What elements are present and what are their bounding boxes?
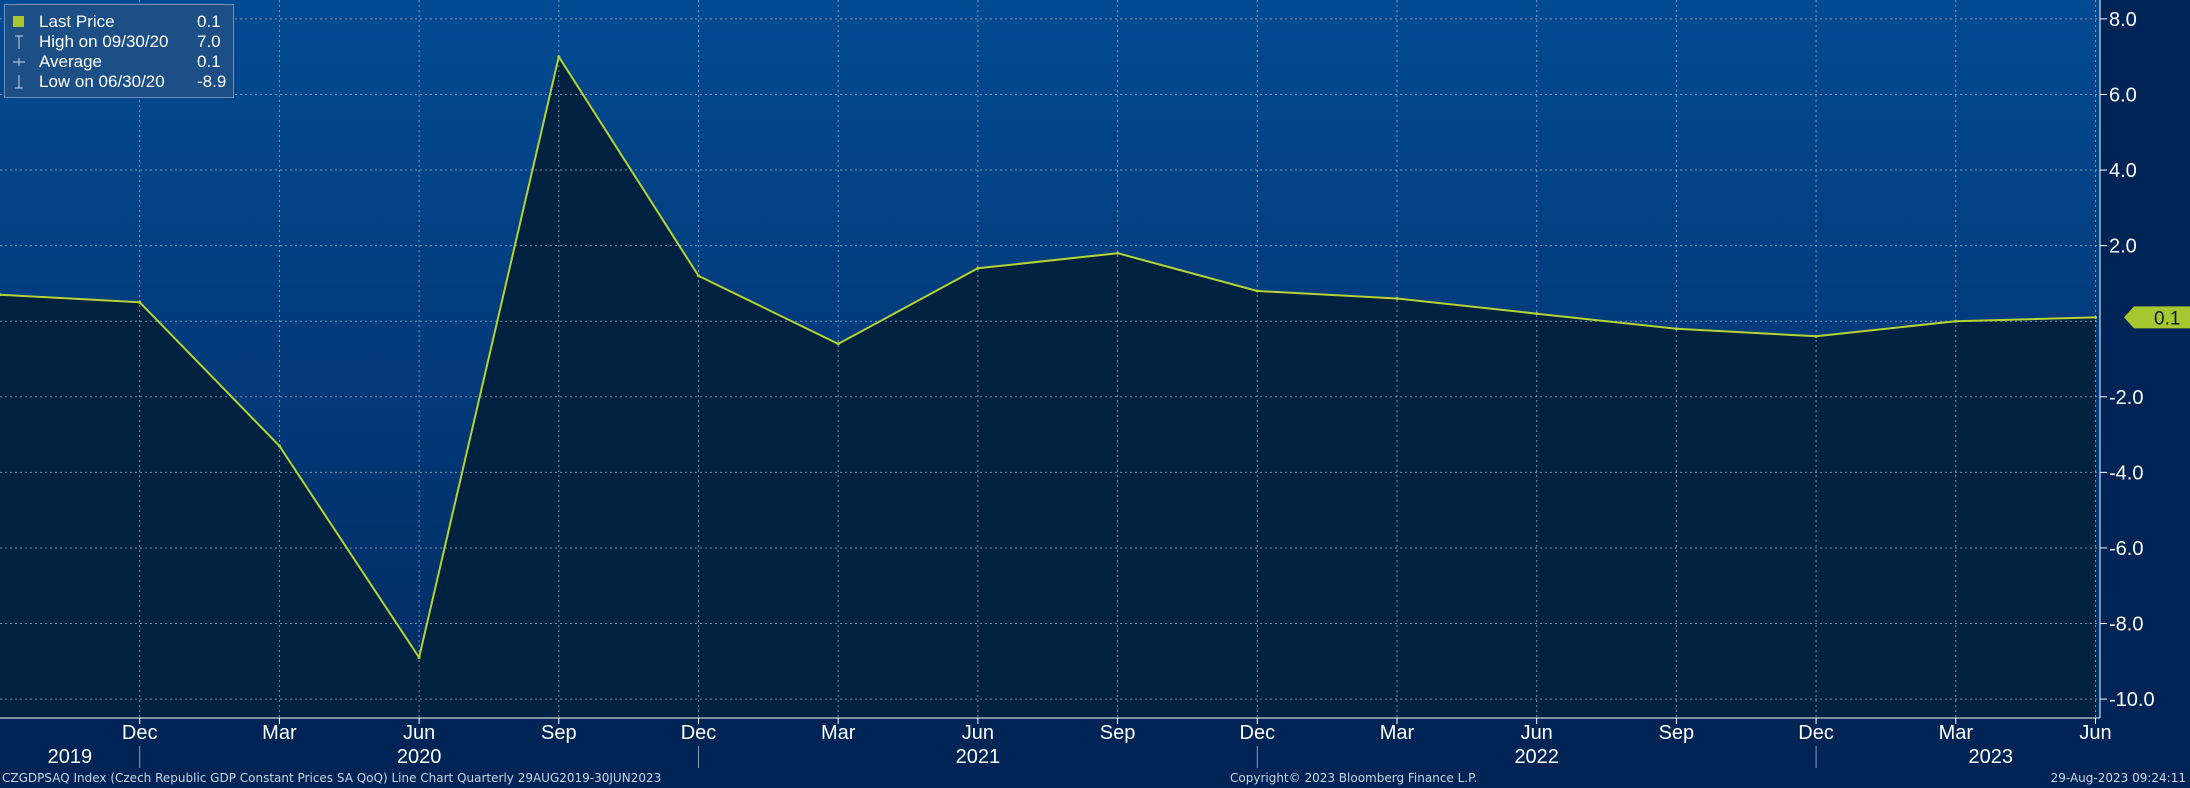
x-year-label: 2023 [1968,746,2013,768]
data-point [1535,312,1539,316]
high-marker-icon [15,35,23,49]
legend-label: Last Price [39,12,115,31]
data-point [1395,297,1399,301]
x-tick-label: Mar [1380,722,1415,744]
x-tick-label: Mar [262,722,297,744]
y-tick-label: -6.0 [2109,538,2143,560]
data-point [1674,327,1678,331]
x-tick-label: Dec [1798,722,1834,744]
x-tick-label: Sep [541,722,577,744]
x-tick-label: Jun [1521,722,1553,744]
legend-item-low: Low on 06/30/20 -8.9 [11,72,227,92]
legend-label: High on 09/30/20 [39,32,169,51]
y-tick-label: 8.0 [2109,9,2137,31]
legend-value: -8.9 [197,72,227,91]
legend-box: Last Price 0.1 High on 09/30/20 7.0 Aver… [4,4,234,98]
legend-value: 0.1 [197,52,221,71]
x-tick-label: Jun [2079,722,2111,744]
y-tick-label: 4.0 [2109,160,2137,182]
line-chart: 8.0 6.0 4.0 2.0 -2.0 -4.0 -6.0 -8.0 -10.0 0.1 Dec… [0,0,2190,768]
data-point [1255,289,1259,293]
data-point [138,300,142,304]
footer-source: CZGDPSAQ Index (Czech Republic GDP Const… [2,771,662,785]
legend-label: Low on 06/30/20 [39,72,165,91]
x-tick-label: Dec [681,722,717,744]
data-point [697,274,700,278]
footer-timestamp: 29-Aug-2023 09:24:11 [2050,771,2186,785]
legend-item-last-price: Last Price 0.1 [11,12,227,32]
x-year-label: 2019 [48,746,93,768]
x-tick-label: Mar [1939,722,1974,744]
x-tick-label: Dec [1240,722,1276,744]
low-marker-icon [15,75,23,89]
legend-value: 7.0 [197,32,221,51]
data-point [976,266,980,270]
x-tick-label: Sep [1100,722,1136,744]
data-point [417,656,421,660]
x-year-label: 2022 [1514,746,1559,768]
average-marker-icon [13,58,25,66]
legend-square-icon [13,16,24,27]
y-tick-label: -4.0 [2109,462,2143,484]
footer-copyright: Copyright© 2023 Bloomberg Finance L.P. [1230,771,1478,785]
x-tick-label: Mar [821,722,856,744]
legend-item-high: High on 09/30/20 7.0 [11,32,227,52]
y-tick-label: -8.0 [2109,614,2143,636]
x-year-label: 2021 [956,746,1001,768]
y-tick-label: 6.0 [2109,84,2137,106]
data-point [836,342,840,346]
data-point [2094,315,2097,319]
data-point [1116,251,1120,255]
data-point [557,55,561,59]
data-point [277,444,281,448]
legend-item-average: Average 0.1 [11,52,227,72]
last-value-label: 0.1 [2154,308,2180,329]
x-tick-label: Jun [403,722,435,744]
data-point [1814,334,1818,338]
data-point [1954,319,1958,323]
legend-value: 0.1 [197,12,221,31]
x-tick-label: Sep [1659,722,1695,744]
legend-label: Average [39,52,103,71]
x-tick-label: Jun [962,722,994,744]
x-tick-label: Dec [122,722,158,744]
y-tick-label: -2.0 [2109,387,2143,409]
y-tick-label: 2.0 [2109,236,2137,258]
y-tick-label: -10.0 [2109,689,2155,711]
x-year-label: 2020 [397,746,442,768]
